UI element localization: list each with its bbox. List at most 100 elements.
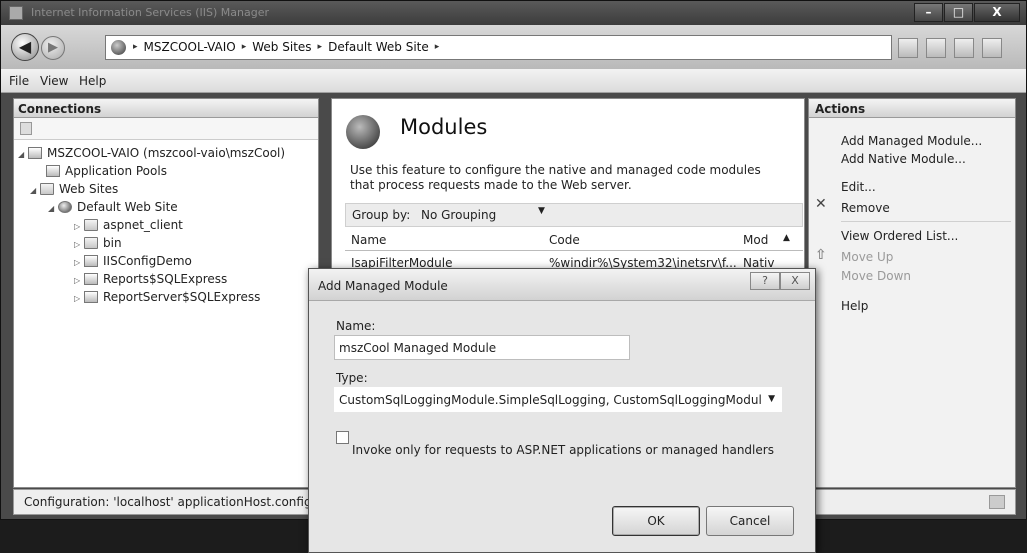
action-add-managed-module[interactable]: Add Managed Module... xyxy=(841,134,982,148)
modules-icon xyxy=(346,115,380,149)
breadcrumb-default-web-site[interactable]: Default Web Site xyxy=(328,40,429,54)
chevron-down-icon[interactable]: ▼ xyxy=(768,394,775,404)
breadcrumb-separator-icon: ▸ xyxy=(133,42,138,52)
tree-item-label: aspnet_client xyxy=(103,218,183,232)
connect-toolbar-icon[interactable] xyxy=(20,122,32,135)
add-managed-module-dialog: Add Managed Module ? X Name: mszCool Man… xyxy=(308,268,816,553)
globe-icon xyxy=(58,201,72,213)
iis-app-icon xyxy=(9,6,23,20)
tree-item-label: Application Pools xyxy=(65,164,167,178)
group-by-label: Group by: xyxy=(352,208,411,222)
tree-item-label: Web Sites xyxy=(59,182,119,196)
arrow-right-icon: ▶ xyxy=(48,40,58,55)
cancel-button[interactable]: Cancel xyxy=(706,506,794,536)
expand-icon[interactable]: ◢ xyxy=(30,182,40,200)
server-icon xyxy=(28,147,42,159)
tree-item-default-web-site[interactable]: ◢ Default Web Site xyxy=(48,198,178,216)
application-pools-icon xyxy=(46,165,60,177)
dialog-close-button[interactable]: X xyxy=(780,272,810,290)
dialog-title: Add Managed Module xyxy=(318,279,448,293)
tree-item-reportserver-sqlexpress[interactable]: ▷ ReportServer$SQLExpress xyxy=(74,288,260,306)
move-up-icon: ⇧ xyxy=(815,247,827,263)
group-by-select[interactable]: No Grouping xyxy=(421,208,496,222)
maximize-button[interactable]: □ xyxy=(944,3,973,22)
expand-icon[interactable]: ◢ xyxy=(18,146,28,164)
navigation-bar: ◀ ▶ ▸ MSZCOOL-VAIO ▸ Web Sites ▸ Default… xyxy=(1,25,1026,69)
modules-grid-header: Name Code Mod ▲ xyxy=(345,229,803,251)
name-label: Name: xyxy=(336,319,376,333)
tree-item-application-pools[interactable]: Application Pools xyxy=(36,162,167,180)
help-icon[interactable] xyxy=(982,38,1002,58)
connections-toolbar xyxy=(14,118,318,140)
window-title: Internet Information Services (IIS) Mana… xyxy=(31,6,269,19)
page-title: Modules xyxy=(400,115,488,139)
actions-header: Actions xyxy=(809,99,1015,118)
tree-item-server[interactable]: ◢ MSZCOOL-VAIO (mszcool-vaio\mszCool) xyxy=(18,144,285,162)
folder-icon xyxy=(84,237,98,249)
action-help[interactable]: Help xyxy=(841,299,868,313)
menu-bar: File View Help xyxy=(1,69,1026,93)
tree-item-web-sites[interactable]: ◢ Web Sites xyxy=(30,180,118,198)
dialog-help-button[interactable]: ? xyxy=(750,272,780,290)
back-button[interactable]: ◀ xyxy=(11,33,39,61)
tree-item-iisconfigdemo[interactable]: ▷ IISConfigDemo xyxy=(74,252,192,270)
chevron-down-icon[interactable]: ▼ xyxy=(538,206,545,216)
column-header-code[interactable]: Code xyxy=(549,233,580,247)
column-header-module-type[interactable]: Mod xyxy=(743,233,768,247)
globe-icon xyxy=(111,40,126,55)
action-add-native-module[interactable]: Add Native Module... xyxy=(841,152,966,166)
breadcrumb: ▸ MSZCOOL-VAIO ▸ Web Sites ▸ Default Web… xyxy=(133,40,439,54)
network-status-icon xyxy=(989,495,1005,509)
forward-button[interactable]: ▶ xyxy=(41,36,65,60)
menu-view[interactable]: View xyxy=(40,74,68,88)
action-view-ordered-list[interactable]: View Ordered List... xyxy=(841,229,958,243)
breadcrumb-web-sites[interactable]: Web Sites xyxy=(252,40,311,54)
sites-icon xyxy=(40,183,54,195)
remove-icon: ✕ xyxy=(815,196,827,212)
breadcrumb-server[interactable]: MSZCOOL-VAIO xyxy=(144,40,236,54)
status-text: Configuration: 'localhost' applicationHo… xyxy=(24,495,328,509)
tree-item-label: Default Web Site xyxy=(77,200,178,214)
ok-button[interactable]: OK xyxy=(612,506,700,536)
column-header-name[interactable]: Name xyxy=(351,233,386,247)
home-icon[interactable] xyxy=(954,38,974,58)
tree-item-label: bin xyxy=(103,236,122,250)
invoke-only-checkbox[interactable] xyxy=(336,431,349,444)
application-icon xyxy=(84,255,98,267)
minimize-button[interactable]: – xyxy=(914,3,943,22)
tree-item-label: IISConfigDemo xyxy=(103,254,192,268)
arrow-left-icon: ◀ xyxy=(18,37,32,56)
expand-icon[interactable]: ◢ xyxy=(48,200,58,218)
group-by-bar: Group by: No Grouping ▼ xyxy=(345,203,803,227)
tree-item-aspnet-client[interactable]: ▷ aspnet_client xyxy=(74,216,183,234)
action-edit[interactable]: Edit... xyxy=(841,180,876,194)
tree-item-bin[interactable]: ▷ bin xyxy=(74,234,122,252)
breadcrumb-separator-icon: ▸ xyxy=(241,42,247,52)
menu-help[interactable]: Help xyxy=(79,74,106,88)
stop-icon[interactable] xyxy=(926,38,946,58)
connect-icon[interactable] xyxy=(898,38,918,58)
application-icon xyxy=(84,273,98,285)
connections-header: Connections xyxy=(14,99,318,118)
action-move-down[interactable]: Move Down xyxy=(841,269,911,283)
name-input[interactable]: mszCool Managed Module xyxy=(334,335,630,360)
breadcrumb-separator-icon: ▸ xyxy=(434,42,440,52)
connections-panel: Connections ◢ MSZCOOL-VAIO (mszcool-vaio\… xyxy=(13,98,319,488)
address-bar[interactable]: ▸ MSZCOOL-VAIO ▸ Web Sites ▸ Default Web… xyxy=(105,35,892,60)
feature-description: Use this feature to configure the native… xyxy=(350,163,761,192)
dialog-title-bar: Add Managed Module ? X xyxy=(309,269,815,301)
folder-icon xyxy=(84,219,98,231)
invoke-only-label[interactable]: Invoke only for requests to ASP.NET appl… xyxy=(352,443,774,457)
tree-item-label: ReportServer$SQLExpress xyxy=(103,290,261,304)
menu-file[interactable]: File xyxy=(9,74,29,88)
action-move-up[interactable]: Move Up xyxy=(841,250,893,264)
tree-item-label: MSZCOOL-VAIO (mszcool-vaio\mszCool) xyxy=(47,146,286,160)
scroll-up-icon[interactable]: ▲ xyxy=(783,233,790,243)
close-button[interactable]: X xyxy=(974,3,1020,22)
type-select[interactable]: CustomSqlLoggingModule.SimpleSqlLogging,… xyxy=(334,387,782,412)
expand-icon[interactable]: ▷ xyxy=(74,290,84,308)
breadcrumb-separator-icon: ▸ xyxy=(317,42,323,52)
type-label: Type: xyxy=(336,371,368,385)
action-remove[interactable]: Remove xyxy=(841,201,890,215)
tree-item-reports-sqlexpress[interactable]: ▷ Reports$SQLExpress xyxy=(74,270,227,288)
